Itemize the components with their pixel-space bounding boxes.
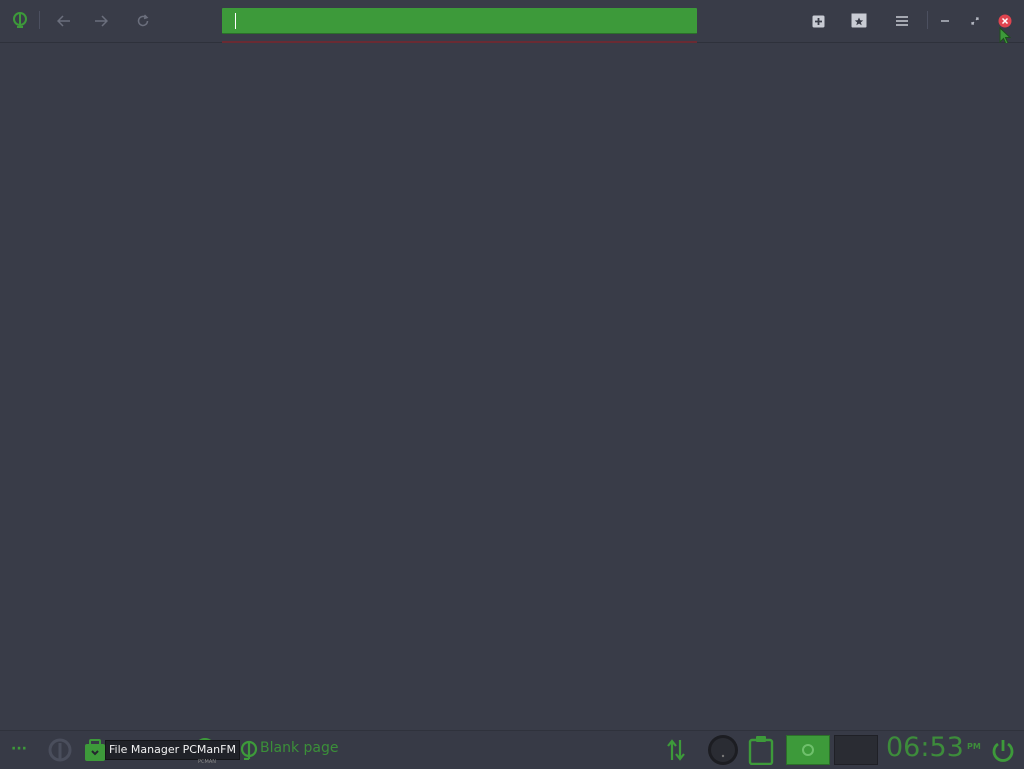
clipboard-icon[interactable] <box>746 734 776 766</box>
active-task-label[interactable]: Blank page <box>260 739 338 757</box>
minimize-icon[interactable] <box>935 11 955 31</box>
power-icon[interactable] <box>987 736 1019 766</box>
back-arrow-icon[interactable] <box>54 11 74 31</box>
blank-page-content[interactable] <box>0 43 1024 730</box>
network-updown-icon[interactable] <box>664 736 688 764</box>
reload-icon[interactable] <box>133 11 153 31</box>
restore-icon[interactable] <box>965 11 985 31</box>
browser-toolbar <box>0 0 1024 43</box>
hamburger-menu-icon[interactable] <box>892 11 912 31</box>
star-bookmark-icon[interactable] <box>849 10 869 30</box>
browser-launcher-icon[interactable] <box>47 737 73 763</box>
active-task-browser-icon[interactable] <box>238 739 260 761</box>
forward-arrow-icon[interactable] <box>91 11 111 31</box>
plus-square-icon[interactable] <box>808 11 828 31</box>
workspace-2-pager[interactable] <box>834 735 878 765</box>
home-icon[interactable] <box>10 10 30 30</box>
url-input[interactable] <box>232 8 691 36</box>
text-caret <box>235 13 236 29</box>
workspace-1-pager[interactable] <box>786 735 830 765</box>
file-manager-tooltip: File Manager PCManFM <box>105 740 240 760</box>
clock-time: 06:53 <box>886 732 964 763</box>
url-bar[interactable] <box>222 8 697 36</box>
volume-knob-icon[interactable] <box>706 733 740 767</box>
tooltip-sublabel: PCMAN <box>198 759 216 765</box>
file-manager-launcher-icon[interactable] <box>83 737 107 763</box>
clock-ampm: PM <box>967 742 981 751</box>
app-menu-dots[interactable]: ··· <box>6 738 32 760</box>
